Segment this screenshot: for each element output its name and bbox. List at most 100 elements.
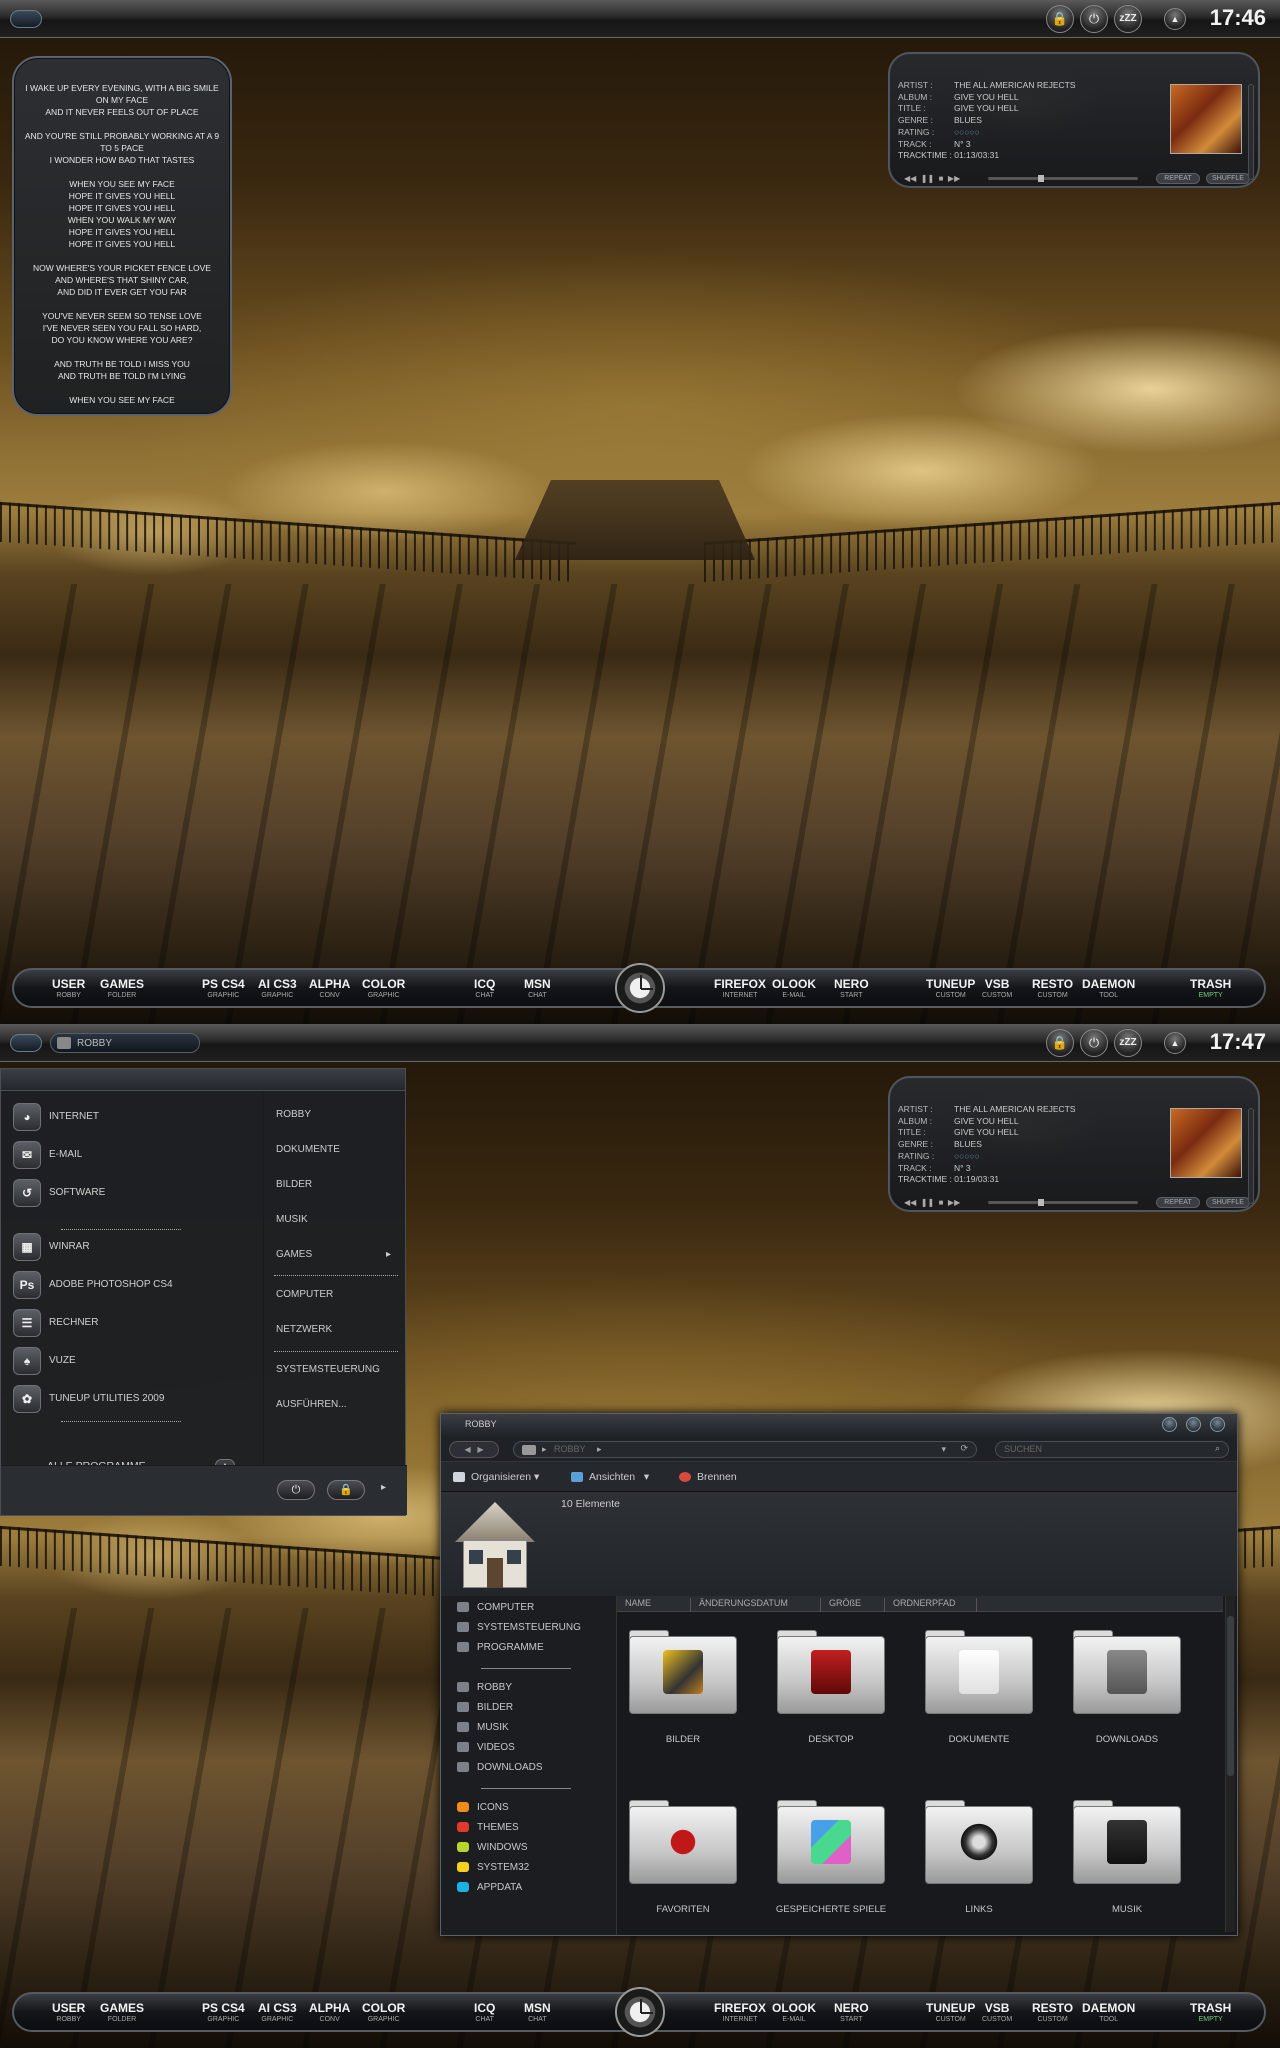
refresh-icon[interactable]: ⟳	[960, 1443, 968, 1454]
prev-icon[interactable]: ◀◀	[904, 174, 916, 183]
close-button[interactable]	[1210, 1417, 1225, 1432]
player-scrollbar[interactable]	[1248, 1108, 1254, 1204]
lock-icon[interactable]: 🔒	[1046, 1029, 1074, 1057]
folder-favoriten[interactable]: FAVORITEN	[625, 1796, 741, 1946]
start-item-e-mail[interactable]: ✉ E-MAIL	[11, 1139, 251, 1173]
stop-icon[interactable]: ■	[939, 1198, 944, 1207]
dock-item-ps-cs4[interactable]: PS CS4 GRAPHIC	[202, 977, 245, 1001]
nav-item-system32[interactable]: SYSTEM32	[457, 1862, 529, 1873]
dock-item-ps-cs4[interactable]: PS CS4 GRAPHIC	[202, 2001, 245, 2025]
nav-item-computer[interactable]: COMPUTER	[457, 1602, 534, 1613]
place-games[interactable]: GAMES	[276, 1249, 312, 1260]
folder-gespeicherte-spiele[interactable]: GESPEICHERTE SPIELE	[773, 1796, 889, 1946]
folder-dokumente[interactable]: DOKUMENTE	[921, 1626, 1037, 1776]
next-icon[interactable]: ▶▶	[948, 1198, 960, 1207]
dock-item-olook[interactable]: OLOOK E-MAIL	[772, 977, 816, 1001]
dock-item-color[interactable]: COLOR GRAPHIC	[362, 2001, 405, 2025]
eject-icon[interactable]: ▲	[1164, 8, 1186, 30]
dock-item-msn[interactable]: MSN CHAT	[524, 977, 551, 1001]
power-icon[interactable]: ⏻	[1080, 5, 1108, 33]
folder-bilder[interactable]: BILDER	[625, 1626, 741, 1776]
rating-stars[interactable]: ○○○○○	[954, 1151, 980, 1161]
dock-item-resto[interactable]: RESTO CUSTOM	[1032, 977, 1073, 1001]
column-header-0[interactable]: NAME	[617, 1598, 691, 1612]
player-scrollbar[interactable]	[1248, 84, 1254, 180]
user-pill[interactable]: ROBBY	[50, 1033, 200, 1053]
eject-icon[interactable]: ▲	[1164, 1032, 1186, 1054]
folder-downloads[interactable]: DOWNLOADS	[1069, 1626, 1185, 1776]
dock-item-daemon[interactable]: DAEMON TOOL	[1082, 2001, 1135, 2025]
dock-item-user[interactable]: USER ROBBY	[52, 977, 85, 1001]
nav-item-bilder[interactable]: BILDER	[457, 1702, 513, 1713]
shutdown-button[interactable]: ⏻	[277, 1480, 315, 1500]
folder-desktop[interactable]: DESKTOP	[773, 1626, 889, 1776]
dock-item-games[interactable]: GAMES FOLDER	[100, 2001, 144, 2025]
dock-item-tuneup[interactable]: TUNEUP CUSTOM	[926, 977, 975, 1001]
vertical-scrollbar[interactable]	[1225, 1596, 1235, 1932]
sleep-icon[interactable]: zZZ	[1114, 1029, 1142, 1057]
folder-musik[interactable]: MUSIK	[1069, 1796, 1185, 1946]
sleep-icon[interactable]: zZZ	[1114, 5, 1142, 33]
dock-item-nero[interactable]: NERO START	[834, 2001, 869, 2025]
views-button[interactable]: Ansichten ▾	[571, 1471, 649, 1483]
dock-item-alpha[interactable]: ALPHA CONV	[309, 2001, 350, 2025]
pause-icon[interactable]: ❚❚	[921, 174, 934, 183]
seek-handle[interactable]	[1038, 1199, 1044, 1206]
repeat-button[interactable]: REPEAT	[1156, 173, 1200, 184]
dock-clock-icon[interactable]	[615, 1987, 665, 2037]
column-header-1[interactable]: ÄNDERUNGSDATUM	[691, 1598, 821, 1612]
dock-item-tuneup[interactable]: TUNEUP CUSTOM	[926, 2001, 975, 2025]
prev-icon[interactable]: ◀◀	[904, 1198, 916, 1207]
start-item-software[interactable]: ↺ SOFTWARE	[11, 1177, 251, 1211]
lock-button[interactable]: 🔒	[327, 1480, 365, 1500]
nav-item-musik[interactable]: MUSIK	[457, 1722, 509, 1733]
nav-item-downloads[interactable]: DOWNLOADS	[457, 1762, 543, 1773]
shuffle-button[interactable]: SHUFFLE	[1206, 1197, 1250, 1208]
dock-item-icq[interactable]: ICQ CHAT	[474, 977, 495, 1001]
dock-item-ai-cs3[interactable]: AI CS3 GRAPHIC	[258, 977, 297, 1001]
dock-item-color[interactable]: COLOR GRAPHIC	[362, 977, 405, 1001]
folder-links[interactable]: LINKS	[921, 1796, 1037, 1946]
lock-icon[interactable]: 🔒	[1046, 5, 1074, 33]
nav-item-appdata[interactable]: APPDATA	[457, 1882, 522, 1893]
nav-item-programme[interactable]: PROGRAMME	[457, 1642, 544, 1653]
place-computer[interactable]: COMPUTER	[276, 1289, 333, 1300]
seek-bar[interactable]	[988, 175, 1138, 182]
dock-item-resto[interactable]: RESTO CUSTOM	[1032, 2001, 1073, 2025]
seek-handle[interactable]	[1038, 175, 1044, 182]
dock-item-olook[interactable]: OLOOK E-MAIL	[772, 2001, 816, 2025]
start-item-adobe-photoshop-cs4[interactable]: Ps ADOBE PHOTOSHOP CS4	[11, 1269, 251, 1303]
shutdown-options-arrow-icon[interactable]: ▸	[381, 1482, 386, 1493]
dock-item-vsb[interactable]: VSB CUSTOM	[982, 2001, 1012, 2025]
start-item-internet[interactable]: ◕ INTERNET	[11, 1101, 251, 1135]
column-header-3[interactable]: ORDNERPFAD	[885, 1598, 977, 1612]
dock-item-ai-cs3[interactable]: AI CS3 GRAPHIC	[258, 2001, 297, 2025]
minimize-button[interactable]	[1162, 1417, 1177, 1432]
organize-button[interactable]: Organisieren ▾	[453, 1471, 539, 1483]
shuffle-button[interactable]: SHUFFLE	[1206, 173, 1250, 184]
dock-item-icq[interactable]: ICQ CHAT	[474, 2001, 495, 2025]
scroll-thumb[interactable]	[1227, 1616, 1234, 1776]
dock-item-trash[interactable]: TRASH EMPTY	[1190, 977, 1231, 1001]
dock-item-games[interactable]: GAMES FOLDER	[100, 977, 144, 1001]
place-bilder[interactable]: BILDER	[276, 1179, 312, 1190]
place-musik[interactable]: MUSIK	[276, 1214, 308, 1225]
search-input[interactable]: SUCHEN ⌕	[995, 1441, 1229, 1458]
start-orb-button[interactable]	[10, 10, 42, 28]
nav-item-themes[interactable]: THEMES	[457, 1822, 519, 1833]
place-ausführen-[interactable]: AUSFÜHREN...	[276, 1399, 347, 1410]
dock-item-firefox[interactable]: FIREFOX INTERNET	[714, 977, 766, 1001]
dock-item-firefox[interactable]: FIREFOX INTERNET	[714, 2001, 766, 2025]
repeat-button[interactable]: REPEAT	[1156, 1197, 1200, 1208]
dock-item-daemon[interactable]: DAEMON TOOL	[1082, 977, 1135, 1001]
start-item-tuneup-utilities-2009[interactable]: ✿ TUNEUP UTILITIES 2009	[11, 1383, 251, 1417]
search-icon[interactable]: ⌕	[1215, 1443, 1220, 1454]
place-netzwerk[interactable]: NETZWERK	[276, 1324, 332, 1335]
nav-item-windows[interactable]: WINDOWS	[457, 1842, 528, 1853]
chevron-down-icon[interactable]: ▾	[941, 1444, 946, 1455]
start-item-winrar[interactable]: ▦ WINRAR	[11, 1231, 251, 1265]
power-icon[interactable]: ⏻	[1080, 1029, 1108, 1057]
rating-stars[interactable]: ○○○○○	[954, 127, 980, 137]
dock-item-trash[interactable]: TRASH EMPTY	[1190, 2001, 1231, 2025]
dock-item-vsb[interactable]: VSB CUSTOM	[982, 977, 1012, 1001]
